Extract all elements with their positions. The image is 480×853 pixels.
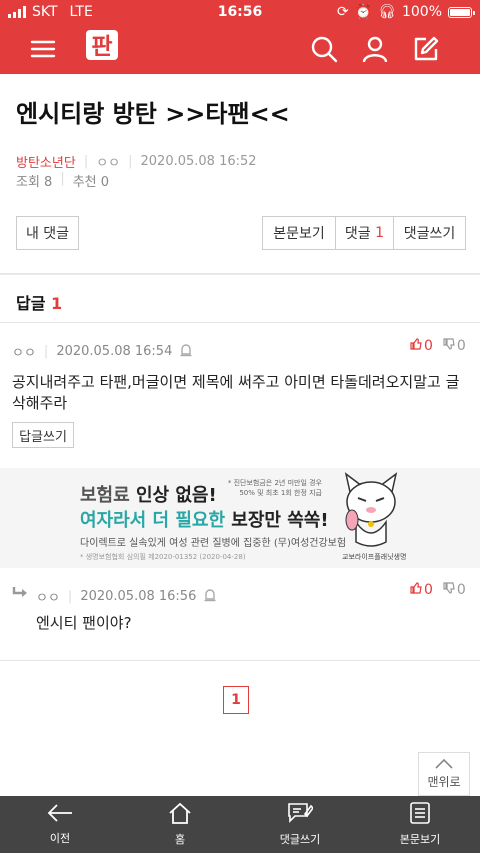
write-comment-button[interactable]: 댓글쓰기: [393, 217, 465, 249]
meta-separator: |: [83, 154, 89, 169]
scroll-top-button[interactable]: 맨위로: [418, 752, 470, 796]
comment-text: 공지내려주고 타팬,머글이면 제목에 써주고 아미면 타돌데려오지말고 글삭해주…: [12, 373, 460, 412]
reply-write-button[interactable]: 답글쓰기: [12, 422, 74, 448]
page-number-current[interactable]: 1: [223, 686, 249, 714]
nav-view-post[interactable]: 본문보기: [360, 796, 480, 853]
post-views: 조회 8: [16, 175, 53, 190]
pann-logo[interactable]: 판: [84, 27, 120, 63]
back-arrow-icon: [47, 803, 73, 826]
home-icon: [168, 802, 192, 827]
app-header: [0, 24, 480, 74]
report-icon[interactable]: [204, 588, 216, 606]
upvote-count: 0: [424, 338, 433, 354]
ad-headline-2: 여자라서 더 필요한 보장만 쏙쏙!: [80, 510, 329, 531]
post-stats: 조회 8 | 추천 0: [16, 171, 109, 190]
post-category[interactable]: 방탄소년단: [16, 152, 76, 171]
thumbs-up-icon: [410, 582, 422, 598]
replies-label: 답글: [16, 294, 46, 313]
comments-count: 1: [375, 225, 385, 241]
replies-count: 1: [51, 294, 63, 313]
meta-separator: |: [60, 171, 65, 186]
downvote-count: 0: [456, 582, 466, 598]
battery-icon: [448, 6, 475, 18]
status-bar: SKT LTE 16:56 ⟳ ⏰ 🎧︎ 100%: [0, 0, 480, 24]
thumbs-down-icon: [443, 338, 455, 354]
section-divider: [0, 660, 480, 661]
view-post-button[interactable]: 본문보기: [263, 217, 335, 249]
comments-label: 댓글: [344, 226, 371, 242]
downvote-count: 0: [456, 338, 466, 354]
thumbs-up-icon: [410, 338, 422, 354]
nav-view-post-label: 본문보기: [399, 833, 441, 846]
report-icon[interactable]: [180, 343, 192, 361]
comment-write-icon: [287, 802, 315, 827]
upvote-button[interactable]: 0: [410, 582, 433, 598]
replies-header: 답글 1: [16, 290, 62, 314]
menu-icon[interactable]: [28, 34, 58, 64]
nav-home-label: 홈: [174, 833, 186, 846]
alarm-icon: ⏰: [354, 4, 373, 20]
comment-date: 2020.05.08 16:56: [80, 589, 197, 604]
upvote-count: 0: [424, 582, 433, 598]
comment-meta: ㅇㅇ | 2020.05.08 16:54: [12, 342, 192, 361]
carrier: SKT: [32, 4, 58, 20]
upvote-button[interactable]: 0: [410, 338, 433, 354]
nav-write-comment-label: 댓글쓰기: [279, 833, 321, 846]
ad-banner[interactable]: 보험료 인상 없음! 여자라서 더 필요한 보장만 쏙쏙! 다이렉트로 실속있게…: [0, 468, 480, 568]
ad-brand: 교보라이프플래닛생명: [342, 553, 407, 561]
post-author: ㅇㅇ: [96, 156, 121, 171]
downvote-button[interactable]: 0: [443, 338, 466, 354]
ad-headline-1: 보험료 인상 없음!: [80, 485, 217, 506]
battery-percent: 100%: [401, 4, 442, 20]
comment-author: ㅇㅇ: [12, 346, 36, 361]
thumbs-down-icon: [443, 582, 455, 598]
comment-votes: 0 0: [410, 582, 466, 598]
search-icon[interactable]: [309, 34, 339, 64]
user-icon[interactable]: [360, 34, 390, 64]
nested-reply-arrow-icon: [12, 585, 28, 604]
ad-note: * 진단보험금은 2년 미만일 경우 50% 및 최초 1회 한정 지급: [227, 479, 322, 497]
write-icon[interactable]: [411, 34, 441, 64]
ad-cat-mascot: [338, 472, 404, 554]
downvote-button[interactable]: 0: [443, 582, 466, 598]
ad-disclaimer: * 생명보험협회 심의필 제2020-01352 (2020-04-28): [80, 553, 246, 561]
nav-home[interactable]: 홈: [120, 796, 240, 853]
headphones-icon: 🎧︎: [378, 4, 396, 20]
comment-author: ㅇㅇ: [36, 591, 60, 606]
bottom-nav: 이전 홈 댓글쓰기 본문보기: [0, 796, 480, 853]
signal-icon: [8, 6, 26, 18]
comment-text: 엔시티 팬이야?: [36, 614, 132, 632]
post-date: 2020.05.08 16:52: [140, 154, 257, 169]
comment-date: 2020.05.08 16:54: [56, 344, 173, 359]
nav-write-comment[interactable]: 댓글쓰기: [240, 796, 360, 853]
comment-meta: ㅇㅇ | 2020.05.08 16:56: [36, 587, 216, 606]
rotation-lock-icon: ⟳: [337, 4, 349, 20]
comment-votes: 0 0: [410, 338, 466, 354]
nav-back[interactable]: 이전: [0, 796, 120, 853]
post-recommends: 추천 0: [72, 175, 110, 190]
post-meta: 방탄소년단 | ㅇㅇ | 2020.05.08 16:52: [16, 152, 257, 171]
scroll-top-label: 맨위로: [427, 775, 461, 789]
meta-separator: |: [128, 154, 133, 169]
nav-back-label: 이전: [49, 832, 71, 845]
network-type: LTE: [69, 4, 93, 20]
document-icon: [409, 802, 431, 827]
svg-text:판: 판: [91, 34, 112, 60]
section-divider: [0, 322, 480, 323]
post-action-group: 본문보기 댓글 1 댓글쓰기: [262, 216, 466, 250]
post-title: 엔시티랑 방탄 >>타팬<<: [16, 100, 290, 128]
section-divider: [0, 273, 480, 275]
meta-separator: |: [67, 589, 73, 604]
chevron-up-icon: [434, 758, 454, 773]
comments-button[interactable]: 댓글 1: [335, 217, 393, 249]
meta-separator: |: [43, 344, 49, 359]
my-comments-button[interactable]: 내 댓글: [16, 216, 79, 250]
ad-description: 다이렉트로 실속있게 여성 관련 질병에 집중한 (무)여성건강보험: [80, 538, 347, 549]
